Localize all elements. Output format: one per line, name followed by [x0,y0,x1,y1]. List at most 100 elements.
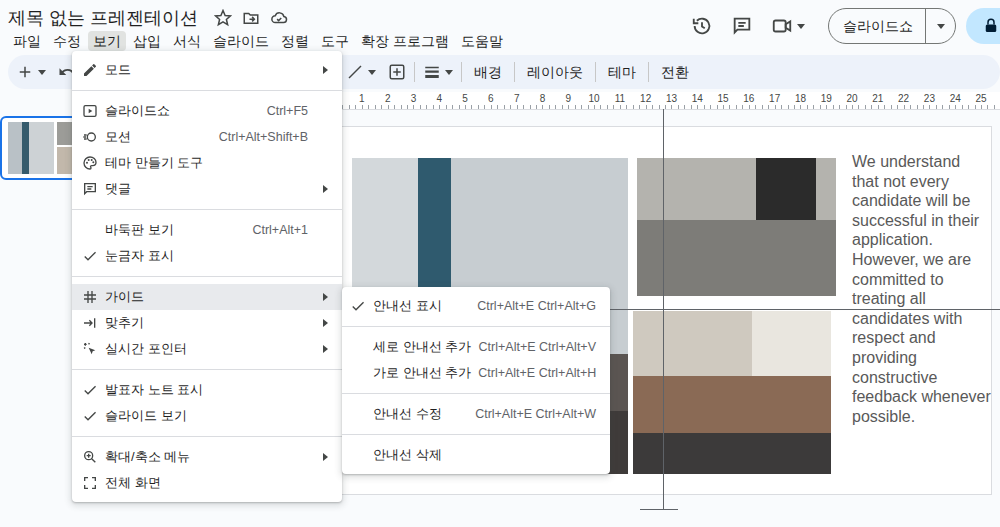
ruler-number: 20 [839,92,865,106]
share-button[interactable] [966,8,1000,44]
menu-item[interactable]: 눈금자 표시 [72,243,342,269]
guide-handle[interactable] [640,509,678,510]
menu-item-label[interactable]: 안내선 표시 [373,296,470,316]
menu-item[interactable]: 실시간 포인터 [72,336,342,362]
ruler-number: 23 [917,92,943,106]
document-title[interactable]: 제목 없는 프레젠테이션 [8,5,198,32]
menu-bar: 파일수정보기삽입서식슬라이드정렬도구확장 프로그램도움말 [8,31,682,51]
menu-item-label[interactable]: 안내선 삭제 [373,445,596,465]
menu-separator [72,90,342,91]
ruler-number: 13 [659,92,685,106]
ruler-number: 17 [762,92,788,106]
menu-item-label[interactable]: 슬라이드쇼 [105,101,260,121]
menu-bar-item[interactable]: 도구 [316,31,354,51]
menu-item-label[interactable]: 안내선 수정 [373,404,468,424]
menu-bar-item[interactable]: 삽입 [128,31,166,51]
menu-item[interactable]: 슬라이드쇼Ctrl+F5 [72,98,342,124]
ruler-number: 5 [452,92,478,106]
history-icon[interactable] [682,6,722,46]
menu-item-label[interactable]: 모션 [105,127,212,147]
lock-icon [982,17,1000,35]
menu-item[interactable]: 발표자 노트 표시 [72,377,342,403]
menu-item[interactable]: 안내선 삭제 [342,442,610,468]
menu-item[interactable]: 모션Ctrl+Alt+Shift+B [72,124,342,150]
caret-icon[interactable] [445,70,453,75]
menu-bar-item[interactable]: 확장 프로그램 [356,31,454,51]
menu-item-label[interactable]: 가이드 [105,287,308,307]
menu-item-label[interactable]: 맞추기 [105,313,308,333]
menu-bar-item[interactable]: 도움말 [456,31,508,51]
plus-icon[interactable] [12,58,38,86]
menu-item-label[interactable]: 테마 만들기 도구 [105,153,308,173]
menu-item[interactable]: 안내선 표시Ctrl+Alt+E Ctrl+Alt+G [342,293,610,319]
menu-item-label[interactable]: 전체 화면 [105,473,308,493]
star-icon[interactable] [214,9,232,27]
menu-item-label[interactable]: 바둑판 보기 [105,220,245,240]
menu-bar-item[interactable]: 보기 [88,31,126,51]
menu-item[interactable]: 맞추기 [72,310,342,336]
menu-separator [72,369,342,370]
ruler-number: 19 [813,92,839,106]
menu-bar-item[interactable]: 파일 [8,31,46,51]
menu-item[interactable]: 확대/축소 메뉴 [72,444,342,470]
palette-icon [82,155,98,171]
toolbar-button[interactable]: 전환 [653,58,697,86]
check-icon [82,382,98,398]
shortcut: Ctrl+Alt+E Ctrl+Alt+W [475,405,596,424]
menu-item-label[interactable]: 발표자 노트 표시 [105,380,308,400]
menu-item-label[interactable]: 슬라이드 보기 [105,406,308,426]
check-icon [82,248,98,264]
border-weight-icon[interactable] [419,58,445,86]
slideshow-label[interactable]: 슬라이드쇼 [829,9,925,43]
menu-item-label[interactable]: 실시간 포인터 [105,339,308,359]
menu-bar-item[interactable]: 슬라이드 [208,31,274,51]
caret-icon[interactable] [368,70,376,75]
menu-item[interactable]: 가로 안내선 추가 Ctrl+Alt+E Ctrl+Alt+H [342,360,610,386]
toolbar-button[interactable]: 레이아웃 [519,58,591,86]
menu-item-label[interactable]: 모드 [105,60,308,80]
caret-icon[interactable] [38,70,46,75]
submenu-arrow-icon [323,66,328,74]
slideshow-dropdown[interactable] [925,9,955,43]
comment-icon[interactable] [722,6,762,46]
toolbar-button[interactable]: 배경 [466,58,510,86]
menu-separator [72,209,342,210]
menu-item-label[interactable]: 눈금자 표시 [105,246,308,266]
menu-item[interactable]: 댓글 [72,176,342,202]
folder-move-icon[interactable] [242,9,260,27]
menu-item[interactable]: 안내선 수정 Ctrl+Alt+E Ctrl+Alt+W [342,401,610,427]
menu-item[interactable]: 바둑판 보기Ctrl+Alt+1 [72,217,342,243]
menu-item-label[interactable]: 댓글 [105,179,308,199]
toolbar-button[interactable]: 테마 [600,58,644,86]
add-textbox-icon[interactable] [384,58,410,86]
menu-item[interactable]: 모드 [72,57,342,83]
menu-item[interactable]: 세로 안내선 추가Ctrl+Alt+E Ctrl+Alt+V [342,334,610,360]
menu-item[interactable]: 테마 만들기 도구 [72,150,342,176]
menu-item[interactable]: 슬라이드 보기 [72,403,342,429]
menu-item-label[interactable]: 확대/축소 메뉴 [105,447,308,467]
line-icon[interactable] [342,58,368,86]
snap-arrow-icon [82,315,98,331]
zoom-icon [82,449,98,465]
menu-item[interactable]: 전체 화면 [72,470,342,496]
menu-separator [342,393,610,394]
slide-text-box[interactable]: We understand that not every candidate w… [852,152,991,426]
thumbnail-photo [8,122,54,174]
check-icon [82,408,98,424]
header-left: 제목 없는 프레젠테이션 파일수정보기삽입서식슬라이드정렬도구확장 프로그램도움… [8,0,682,51]
menu-bar-item[interactable]: 수정 [48,31,86,51]
meet-button[interactable] [762,6,814,46]
menu-bar-item[interactable]: 정렬 [276,31,314,51]
ruler-number: 1 [349,92,375,106]
ruler-number: 25 [968,92,994,106]
shortcut: Ctrl+Alt+E Ctrl+Alt+H [478,364,596,383]
comment-icon [82,181,98,197]
menu-item[interactable]: 가이드 [72,284,342,310]
photo[interactable] [637,158,836,296]
menu-bar-item[interactable]: 서식 [168,31,206,51]
menu-item-label[interactable]: 가로 안내선 추가 [373,363,471,383]
menu-item-label[interactable]: 세로 안내선 추가 [373,337,472,357]
slideshow-button[interactable]: 슬라이드쇼 [828,8,956,44]
cloud-saved-icon[interactable] [270,9,288,27]
